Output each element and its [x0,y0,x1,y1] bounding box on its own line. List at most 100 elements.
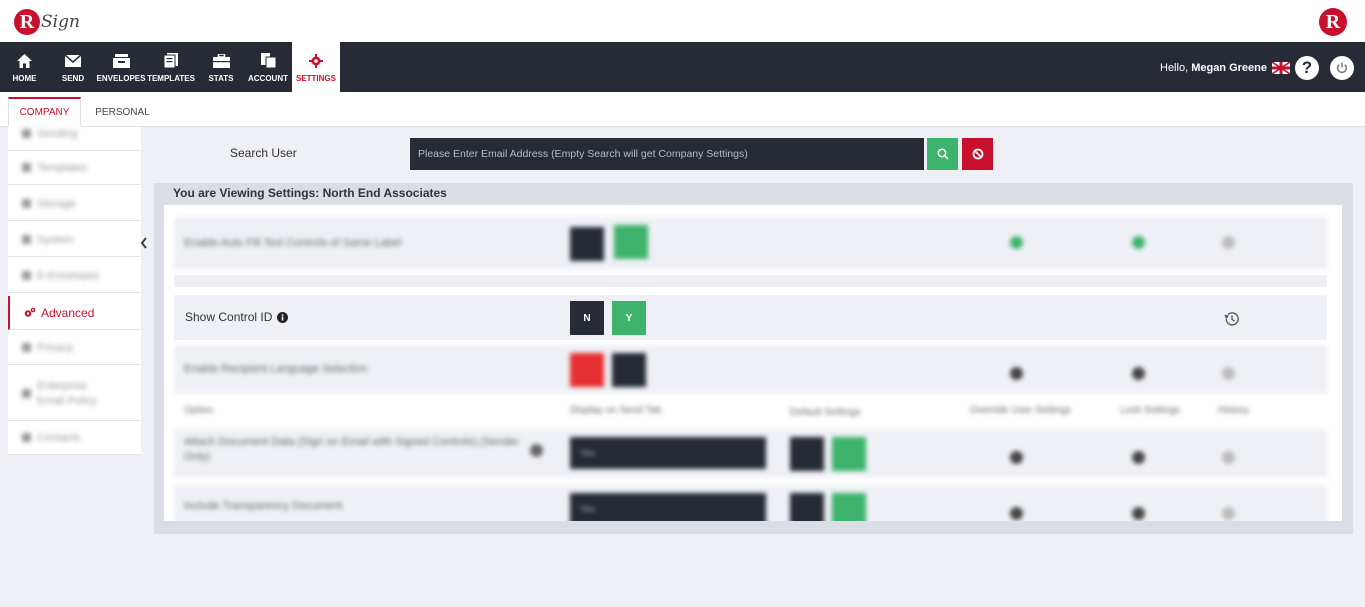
nav-settings[interactable]: SETTINGS [292,42,340,92]
history-icon[interactable] [1222,236,1235,249]
toggle-n-button[interactable] [790,493,824,521]
setting-label: Attach Document Data (Sign on Email with… [184,436,520,463]
setting-label: Enable Auto Fill Text Controls of Same L… [184,237,402,249]
sidebar-item-privacy[interactable]: Privacy [8,331,141,365]
setting-label: Include Transparency Document [184,500,343,512]
sidebar-item-storage[interactable]: Storage [8,187,141,221]
brand-bar: R Sign R [0,0,1365,42]
sidebar-item-contacts[interactable]: Contacts [8,421,141,455]
envelope-icon [65,52,81,70]
info-icon[interactable] [277,311,289,323]
sidebar-item-label: Advanced [41,305,95,320]
logout-button[interactable] [1330,56,1354,80]
sidebar-item-label: Sending [37,127,78,140]
lock-radio[interactable] [1132,451,1145,464]
toggle-n-button[interactable] [790,437,824,471]
show-control-id-label-wrap: Show Control ID [185,310,289,324]
account-icon [260,52,276,70]
nav-home-label: HOME [12,73,37,83]
search-button[interactable] [927,138,958,170]
show-control-id-label: Show Control ID [185,310,273,324]
user-name: Megan Greene [1191,62,1267,74]
settings-panel: You are Viewing Settings: North End Asso… [154,183,1353,534]
sidebar-item-e-envelopes[interactable]: E-Envelopes [8,259,141,293]
sidebar-item-label: Contacts [37,431,81,444]
search-email-input[interactable] [410,138,924,170]
nav-account[interactable]: ACCOUNT [247,42,289,92]
sidebar-item-templates[interactable]: Templates [8,151,141,185]
show-control-id-y-button[interactable]: Y [612,301,646,335]
user-greeting: Hello, Megan Greene [1160,62,1267,74]
nav-templates[interactable]: TEMPLATES [147,42,195,92]
sidebar-item-label: Templates [37,161,88,174]
nav-envelopes[interactable]: ENVELOPES [97,42,145,92]
setting-row-show-control-id: Show Control ID N Y [174,295,1327,340]
home-icon [17,52,32,70]
inbox-icon [112,52,130,70]
lock-radio[interactable] [1132,367,1145,380]
sidebar-item-label: Enterprise Email Policy [37,379,97,407]
row-divider [174,275,1327,287]
toggle-n-button[interactable] [570,353,604,387]
setting-row-language: Enable Recipient Language Selection [174,345,1327,393]
override-radio[interactable] [1010,367,1023,380]
search-user-label: Search User [230,146,297,160]
toggle-n-button[interactable] [570,227,604,261]
history-icon[interactable] [1223,311,1240,327]
setting-label: Enable Recipient Language Selection [184,363,368,375]
uk-flag-icon[interactable] [1272,62,1290,74]
sidebar-item-system[interactable]: System [8,223,141,257]
header-option: Option [184,405,214,416]
sidebar-item-label: System [37,233,74,246]
table-header: Option Display on Send Tab Default Setti… [174,401,1327,423]
nav-stats[interactable]: STATS [205,42,237,92]
templates-icon [164,52,178,70]
info-icon[interactable] [530,444,543,457]
setting-row-transparency: Include Transparency Document Yes [174,485,1327,521]
display-select[interactable]: Yes [570,493,766,521]
toggle-y-button[interactable] [832,493,866,521]
ban-icon [972,148,983,160]
gear-icon [309,52,323,70]
toggle-y-button[interactable] [614,225,648,259]
setting-row-attach-document: Attach Document Data (Sign on Email with… [174,429,1327,477]
nav-stats-label: STATS [208,73,234,83]
history-icon[interactable] [1222,451,1235,464]
history-icon[interactable] [1222,507,1235,520]
nav-send[interactable]: SEND [57,42,89,92]
sidebar-item-label: Privacy [37,341,74,354]
show-control-id-n-button[interactable]: N [570,301,604,335]
display-select[interactable]: Yes [570,437,766,469]
power-icon [1336,62,1348,74]
help-button[interactable]: ? [1295,56,1319,80]
sidebar-item-label: E-Envelopes [37,269,100,282]
history-icon[interactable] [1222,367,1235,380]
header-default: Default Settings [790,407,861,418]
sidebar-item-enterprise-email-policy[interactable]: Enterprise Email Policy [8,367,141,421]
header-override: Override User Settings [970,405,1072,416]
clear-search-button[interactable] [962,138,993,170]
briefcase-icon [212,52,230,70]
header-history: History [1218,405,1250,416]
sidebar-item-sending[interactable]: Sending [8,117,141,151]
nav-home[interactable]: HOME [8,42,41,92]
viewing-settings-title: You are Viewing Settings: North End Asso… [173,186,447,200]
greeting-text: Hello, [1160,62,1189,74]
override-radio[interactable] [1010,507,1023,520]
cogs-icon [24,307,36,317]
setting-row-auto-fill: Enable Auto Fill Text Controls of Same L… [174,217,1327,269]
nav-settings-label: SETTINGS [295,73,336,83]
override-radio[interactable] [1010,451,1023,464]
override-radio[interactable] [1010,236,1023,249]
logo-text: Sign [41,12,80,32]
lock-radio[interactable] [1132,507,1145,520]
collapse-sidebar-icon[interactable] [139,236,149,250]
nav-send-label: SEND [61,73,85,83]
toggle-y-button[interactable] [612,353,646,387]
lock-radio[interactable] [1132,236,1145,249]
sidebar-item-advanced[interactable]: Advanced [8,296,141,330]
rsign-logo[interactable]: R Sign [14,6,80,38]
settings-list: Enable Auto Fill Text Controls of Same L… [164,205,1342,521]
toggle-y-button[interactable] [832,437,866,471]
blurred-settings-area: Enable Recipient Language Selection Opti… [164,345,1342,521]
